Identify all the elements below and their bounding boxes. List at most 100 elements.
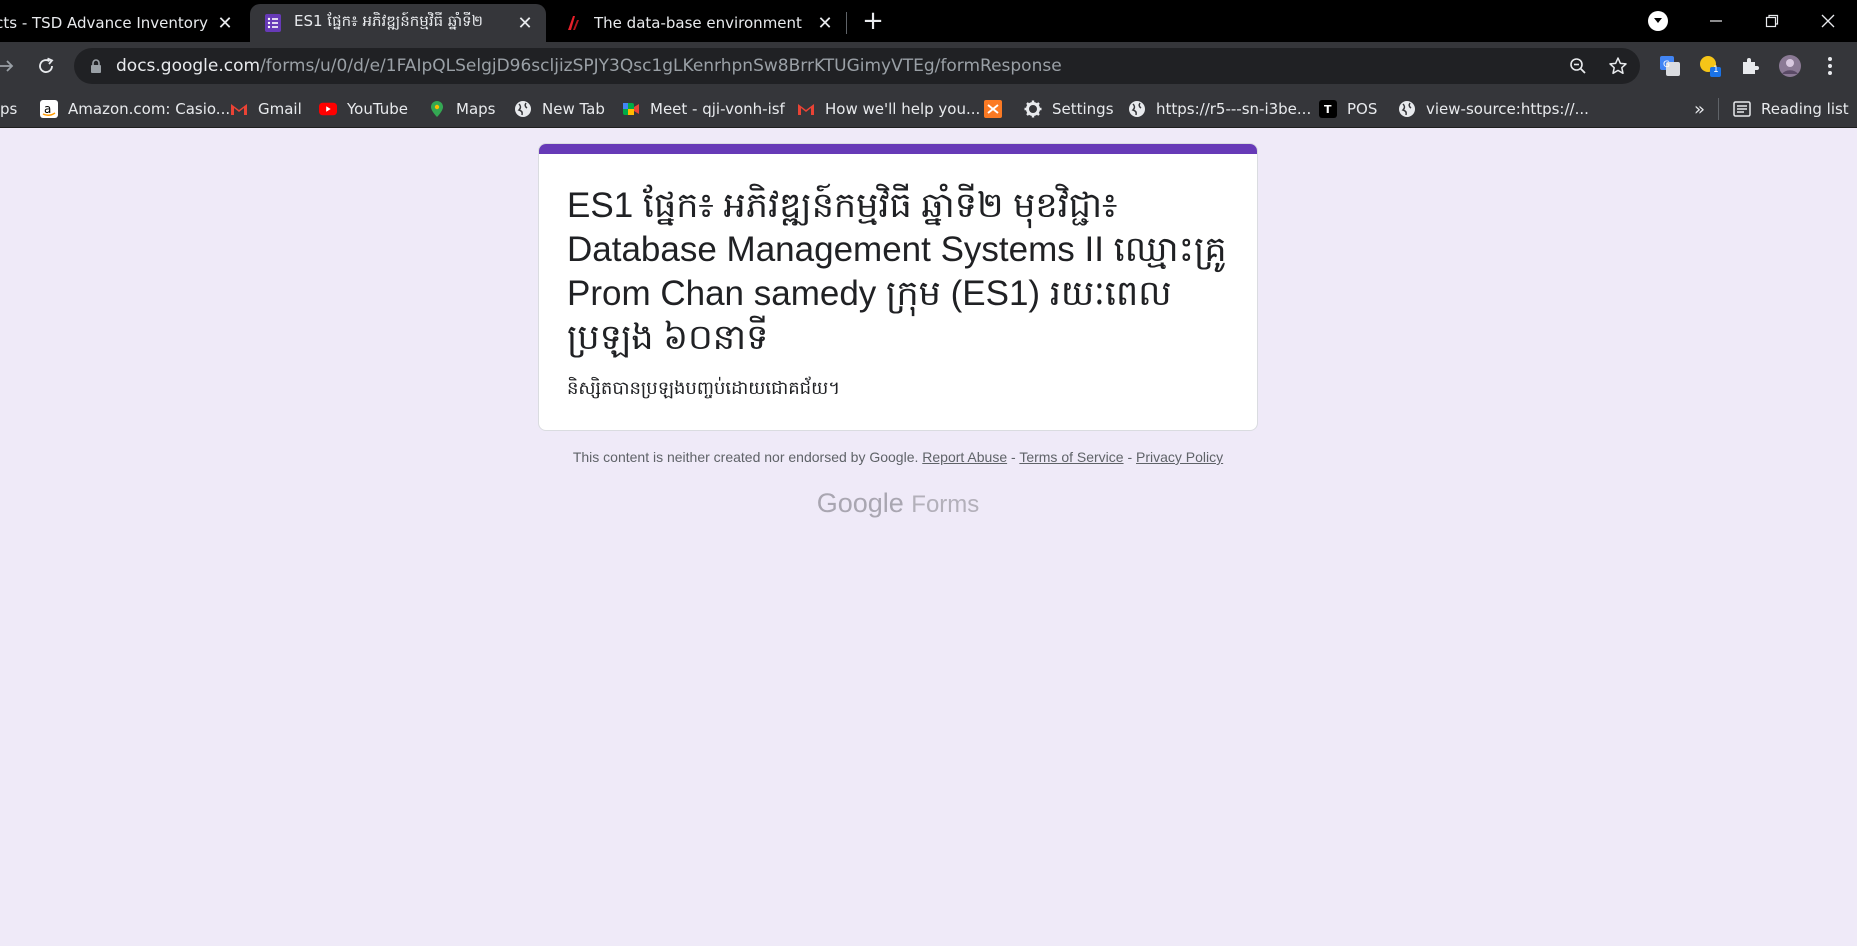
tab-search-button[interactable] xyxy=(1648,11,1668,31)
cookie-extension[interactable]: 1 xyxy=(1698,54,1722,78)
arrow-right-icon xyxy=(0,60,14,72)
footer-separator: - xyxy=(1123,449,1137,465)
browser-toolbar: docs.google.com/forms/u/0/d/e/1FAIpQLSel… xyxy=(0,42,1857,90)
bookmark-view-source[interactable]: view-source:https://... xyxy=(1398,90,1589,128)
footer-separator: - xyxy=(1007,449,1020,465)
bookmark-label: https://r5---sn-i3be... xyxy=(1156,100,1312,118)
new-tab-button[interactable]: + xyxy=(858,6,888,36)
xampp-icon xyxy=(984,100,1002,118)
bookmark-settings[interactable]: Settings xyxy=(1024,90,1114,128)
forward-button[interactable] xyxy=(0,50,22,82)
translate-icon: G xyxy=(1660,56,1680,76)
bookmarks-bar: ps a Amazon.com: Casio... Gmail YouTube … xyxy=(0,90,1857,128)
bookmark-label: POS xyxy=(1347,100,1378,118)
logo-forms-text: Forms xyxy=(911,491,980,518)
google-forms-logo[interactable]: Google Forms xyxy=(538,488,1258,519)
gear-icon xyxy=(1024,100,1042,118)
bookmark-new-tab[interactable]: New Tab xyxy=(514,90,605,128)
url-host: docs.google.com xyxy=(116,56,261,76)
close-icon[interactable]: ✕ xyxy=(214,12,236,34)
terms-of-service-link[interactable]: Terms of Service xyxy=(1019,449,1123,465)
privacy-policy-link[interactable]: Privacy Policy xyxy=(1136,449,1223,465)
kebab-menu-icon xyxy=(1828,57,1832,75)
reload-icon xyxy=(39,57,54,73)
disclaimer-text: This content is neither created nor endo… xyxy=(572,449,919,465)
url-text: docs.google.com/forms/u/0/d/e/1FAIpQLSel… xyxy=(116,56,1062,76)
logo-google-text: Google xyxy=(816,488,904,518)
report-abuse-link[interactable]: Report Abuse xyxy=(922,449,1007,465)
chevron-down-icon xyxy=(1654,18,1662,23)
tab-title: Products - TSD Advance Inventory xyxy=(0,14,208,32)
svg-text:a: a xyxy=(44,102,51,116)
amazon-icon: a xyxy=(40,100,58,118)
svg-text:T: T xyxy=(1324,103,1332,116)
reading-list-label: Reading list xyxy=(1761,100,1849,118)
gmail-icon xyxy=(230,100,248,118)
minimize-icon xyxy=(1710,20,1722,22)
extension-badge: 1 xyxy=(1713,65,1719,75)
bookmark-gmail[interactable]: Gmail xyxy=(230,90,302,128)
form-confirmation-card: ES1 ផ្នែក៖ អភិវឌ្ឍន៍កម្មវិធី ឆ្នាំទី២ មុ… xyxy=(538,143,1258,431)
bookmark-label: How we'll help you... xyxy=(825,100,981,118)
svg-text:G: G xyxy=(1663,60,1670,70)
close-icon[interactable]: ✕ xyxy=(814,12,836,34)
pos-icon: T xyxy=(1319,100,1337,118)
reading-list-button[interactable]: Reading list xyxy=(1718,98,1849,120)
tab-title: ES1 ផ្នែក៖ អភិវឌ្ឍន៍កម្មវិធី ឆ្នាំទី២ xyxy=(294,12,484,30)
bookmark-label: YouTube xyxy=(347,100,408,118)
bookmark-how-we-help[interactable]: How we'll help you... xyxy=(797,90,980,128)
globe-icon xyxy=(514,100,532,118)
profile-avatar[interactable] xyxy=(1778,54,1802,78)
puzzle-icon xyxy=(1743,58,1759,74)
tab-products[interactable]: Products - TSD Advance Inventory ✕ xyxy=(0,4,246,42)
bookmark-youtube[interactable]: YouTube xyxy=(319,90,408,128)
tab-title: The data-base environment has a xyxy=(594,14,808,32)
bookmarks-overflow-button[interactable]: » xyxy=(1694,90,1705,128)
bookmark-amazon[interactable]: a Amazon.com: Casio... xyxy=(40,90,230,128)
gmail-icon xyxy=(797,100,815,118)
extensions-button[interactable] xyxy=(1738,54,1762,78)
avatar-icon xyxy=(1779,55,1801,77)
bookmark-star-button[interactable] xyxy=(1608,56,1628,76)
form-title: ES1 ផ្នែក៖ អភិវឌ្ឍន៍កម្មវិធី ឆ្នាំទី២ មុ… xyxy=(567,186,1227,357)
restore-icon xyxy=(1765,14,1779,28)
youtube-icon xyxy=(319,100,337,118)
reload-button[interactable] xyxy=(30,50,62,82)
bookmark-maps[interactable]: Maps xyxy=(428,90,495,128)
google-forms-icon xyxy=(264,14,282,32)
bookmark-apps[interactable]: ps xyxy=(0,90,17,128)
bookmark-label: New Tab xyxy=(542,100,605,118)
tab-database[interactable]: The data-base environment has a ✕ xyxy=(550,4,846,42)
google-translate-extension[interactable]: G xyxy=(1658,54,1682,78)
bookmark-label: Maps xyxy=(456,100,496,118)
bookmark-pos[interactable]: T POS xyxy=(1319,90,1377,128)
close-icon[interactable]: ✕ xyxy=(514,12,536,34)
bookmark-xampp[interactable] xyxy=(984,90,1012,128)
close-window-button[interactable] xyxy=(1800,0,1856,42)
browser-menu-button[interactable] xyxy=(1818,54,1842,78)
reading-list-icon xyxy=(1733,100,1751,118)
bookmark-meet[interactable]: Meet - qji-vonh-isf xyxy=(622,90,785,128)
address-bar[interactable]: docs.google.com/forms/u/0/d/e/1FAIpQLSel… xyxy=(74,48,1640,84)
bookmark-r5-link[interactable]: https://r5---sn-i3be... xyxy=(1128,90,1311,128)
url-path: /forms/u/0/d/e/1FAIpQLSelgjD96scljizSPJY… xyxy=(260,56,1062,76)
tab-separator xyxy=(846,12,847,34)
restore-button[interactable] xyxy=(1744,0,1800,42)
double-chevron-icon: » xyxy=(1694,98,1706,120)
bookmark-label: Gmail xyxy=(258,100,302,118)
zoom-button[interactable] xyxy=(1568,56,1588,76)
minimize-button[interactable] xyxy=(1688,0,1744,42)
globe-icon xyxy=(1128,100,1146,118)
star-icon xyxy=(1609,57,1627,75)
meet-icon xyxy=(622,100,640,118)
globe-icon xyxy=(1398,100,1416,118)
card-accent-bar xyxy=(539,144,1257,154)
bookmark-label: Amazon.com: Casio... xyxy=(68,100,231,118)
tab-strip: Products - TSD Advance Inventory ✕ ES1 ផ… xyxy=(0,0,1857,42)
bookmark-label: Meet - qji-vonh-isf xyxy=(650,100,785,118)
bookmark-label: view-source:https://... xyxy=(1426,100,1589,118)
zoom-out-icon xyxy=(1570,58,1586,74)
lock-icon[interactable] xyxy=(88,58,104,74)
oracle-icon xyxy=(564,14,582,32)
tab-form[interactable]: ES1 ផ្នែក៖ អភិវឌ្ឍន៍កម្មវិធី ឆ្នាំទី២ ✕ xyxy=(250,4,546,42)
